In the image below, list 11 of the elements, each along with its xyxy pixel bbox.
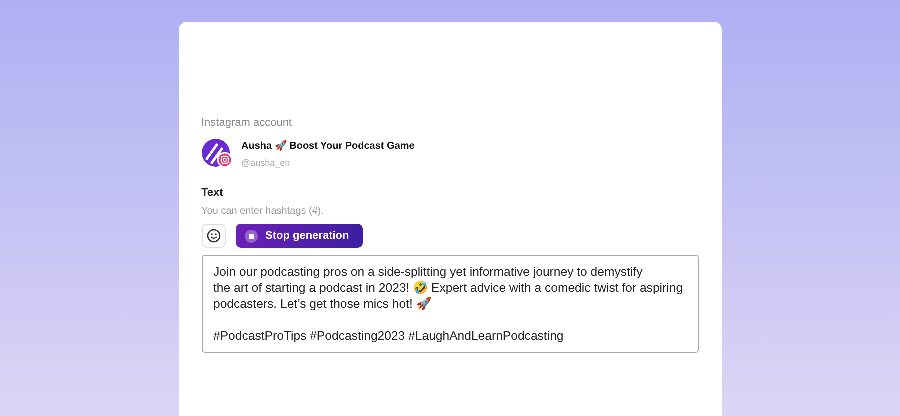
section-label: Instagram account [202, 117, 293, 129]
smiley-icon [206, 229, 220, 243]
text-field[interactable]: Join our podcasting pros on a side-splitting yet informative journey to demystify the art of starting a podcast in 2023! 🤣 Expert advice with a comedic twist for aspiring podcasters. Let’s get those mics hot! 🚀 #PodcastProTips #Podcasting2023 #LaughAndLearnPodcasting [202, 255, 698, 353]
stop-icon [244, 230, 258, 242]
account-name: Ausha 🚀 Boost Your Podcast Game [242, 140, 415, 152]
account-handle: @ausha_en [242, 158, 292, 168]
hint-text: You can enter hashtags (#). [202, 206, 325, 217]
text-label: Text [202, 187, 224, 199]
stop-generation-button[interactable]: Stop generation [236, 224, 364, 248]
avatar-icon [202, 139, 234, 169]
emoji-button[interactable] [202, 224, 226, 248]
